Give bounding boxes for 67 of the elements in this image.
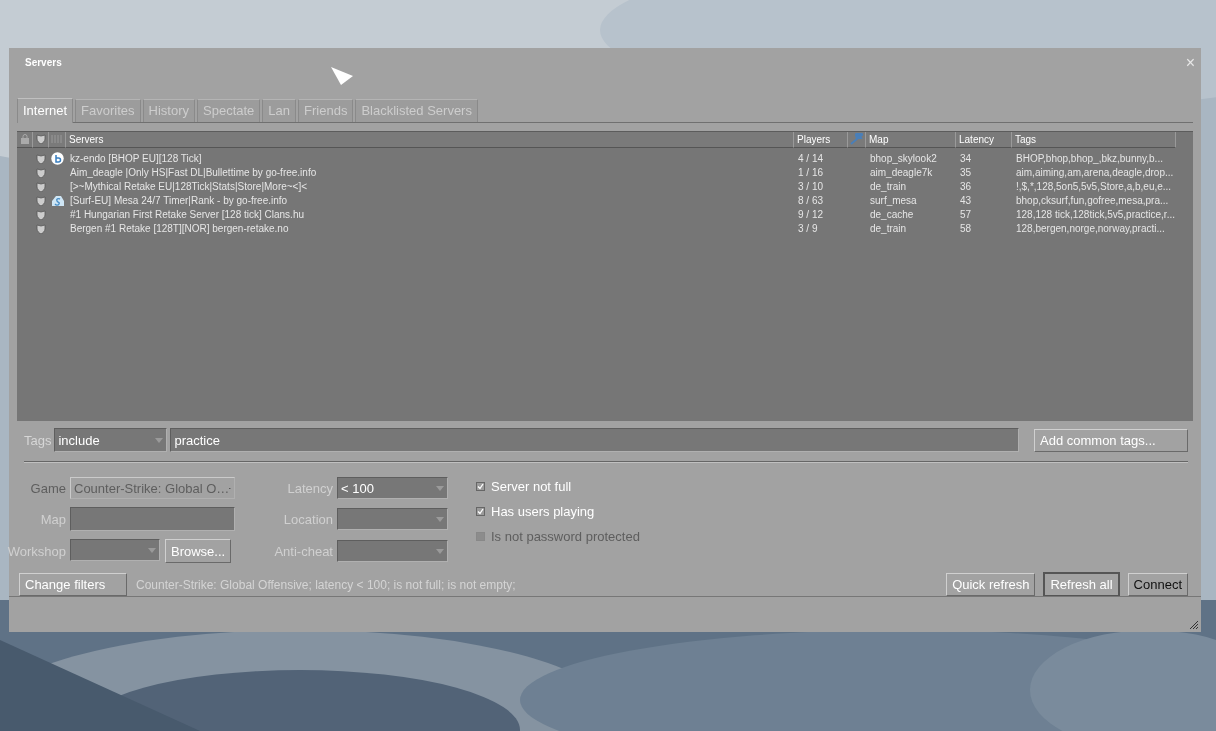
column-header[interactable]: Tags — [1012, 131, 1176, 148]
map-cell-text: de_train — [869, 181, 908, 193]
latency-dropdown[interactable]: < 100 — [337, 477, 448, 500]
tags-input[interactable]: practice — [170, 428, 1019, 453]
action-button[interactable]: Connect — [1127, 573, 1188, 597]
map-cell-text: surf_mesa — [869, 195, 918, 207]
checkmark-icon — [477, 483, 484, 491]
browse-button[interactable]: Browse... — [165, 539, 232, 564]
shield-icon — [35, 134, 46, 145]
column-header[interactable]: Map — [866, 131, 956, 148]
map-cell-text: aim_deagle7k — [869, 167, 934, 179]
tags-cell-text: BHOP,bhop,bhop_,bkz,bunny,b... — [1015, 153, 1164, 165]
tags-cell-text: bhop,cksurf,fun,gofree,mesa,pra... — [1015, 195, 1170, 207]
lock-icon — [20, 134, 29, 145]
checkbox-option[interactable]: Server not full — [476, 479, 676, 495]
shield-icon — [36, 223, 46, 234]
players-cell-text: 1 / 16 — [797, 167, 825, 179]
map-cell-text: de_train — [869, 223, 908, 235]
server-name: Bergen #1 Retake [128T][NOR] bergen-retake.no — [69, 223, 290, 235]
map-cell-text: de_cache — [869, 209, 915, 221]
wrench-icon — [849, 133, 864, 146]
shield-icon — [36, 181, 46, 192]
latency-cell-text: 36 — [959, 181, 973, 193]
tags-cell-text: !,$,*,128,5on5,5v5,Store,a,b,eu,e... — [1015, 181, 1173, 193]
anticheat-dropdown[interactable] — [337, 540, 448, 563]
checkmark-icon — [477, 508, 484, 516]
column-header[interactable]: Players — [794, 131, 848, 148]
tags-cell-text: aim,aiming,am,arena,deagle,drop... — [1015, 167, 1175, 179]
cursor-icon — [330, 66, 354, 86]
shield-icon — [36, 167, 46, 178]
latency-cell-text: 57 — [959, 209, 973, 221]
latency-cell-text: 43 — [959, 195, 973, 207]
game-label: Game — [30, 480, 66, 496]
map-input[interactable] — [70, 507, 235, 532]
players-cell-text: 8 / 63 — [797, 195, 825, 207]
players-cell-text: 4 / 14 — [797, 153, 825, 165]
action-button[interactable]: Refresh all — [1044, 573, 1119, 597]
shield-icon — [36, 209, 46, 220]
location-dropdown[interactable] — [337, 508, 448, 531]
checkbox-option[interactable]: Has users playing — [476, 504, 676, 520]
workshop-dropdown[interactable] — [70, 539, 160, 562]
players-cell-text: 3 / 10 — [797, 181, 825, 193]
tags-cell-text: 128,bergen,norge,norway,practi... — [1015, 223, 1166, 235]
map-cell-text: bhop_skylook2 — [869, 153, 938, 165]
latency-cell-text: 34 — [959, 153, 973, 165]
resize-grip-icon[interactable] — [1188, 619, 1198, 629]
window-title: Servers — [25, 57, 62, 69]
server-name: kz-endo [BHOP EU][128 Tick] — [69, 153, 203, 165]
latency-cell-text: 35 — [959, 167, 973, 179]
close-button[interactable]: × — [1185, 53, 1195, 72]
shield-icon — [36, 153, 46, 164]
server-name: Aim_deagle |Only HS|Fast DL|Bullettime by go-free.info — [69, 167, 318, 179]
server-name: #1 Hungarian First Retake Server [128 tick] Clans.hu — [69, 209, 305, 221]
latency-cell-text: 58 — [959, 223, 973, 235]
server-name: [Surf-EU] Mesa 24/7 Timer|Rank - by go-free.info — [69, 195, 289, 207]
server-name: [>~Mythical Retake EU|128Tick|Stats|Store|More~<]< — [69, 181, 309, 193]
tags-mode-dropdown[interactable]: include — [54, 428, 168, 453]
players-cell-text: 3 / 9 — [797, 223, 819, 235]
shield-icon — [36, 195, 46, 206]
tags-cell-text: 128,128 tick,128tick,5v5,practice,r... — [1015, 209, 1176, 221]
column-header[interactable]: Latency — [956, 131, 1012, 148]
column-header[interactable]: Servers — [66, 131, 794, 148]
tab[interactable]: Internet — [17, 97, 74, 123]
change-filters-button[interactable]: Change filters — [19, 573, 127, 597]
players-cell-text: 9 / 12 — [797, 209, 825, 221]
add-tags-button[interactable]: Add common tags... — [1034, 428, 1188, 452]
action-button[interactable]: Quick refresh — [946, 573, 1036, 597]
